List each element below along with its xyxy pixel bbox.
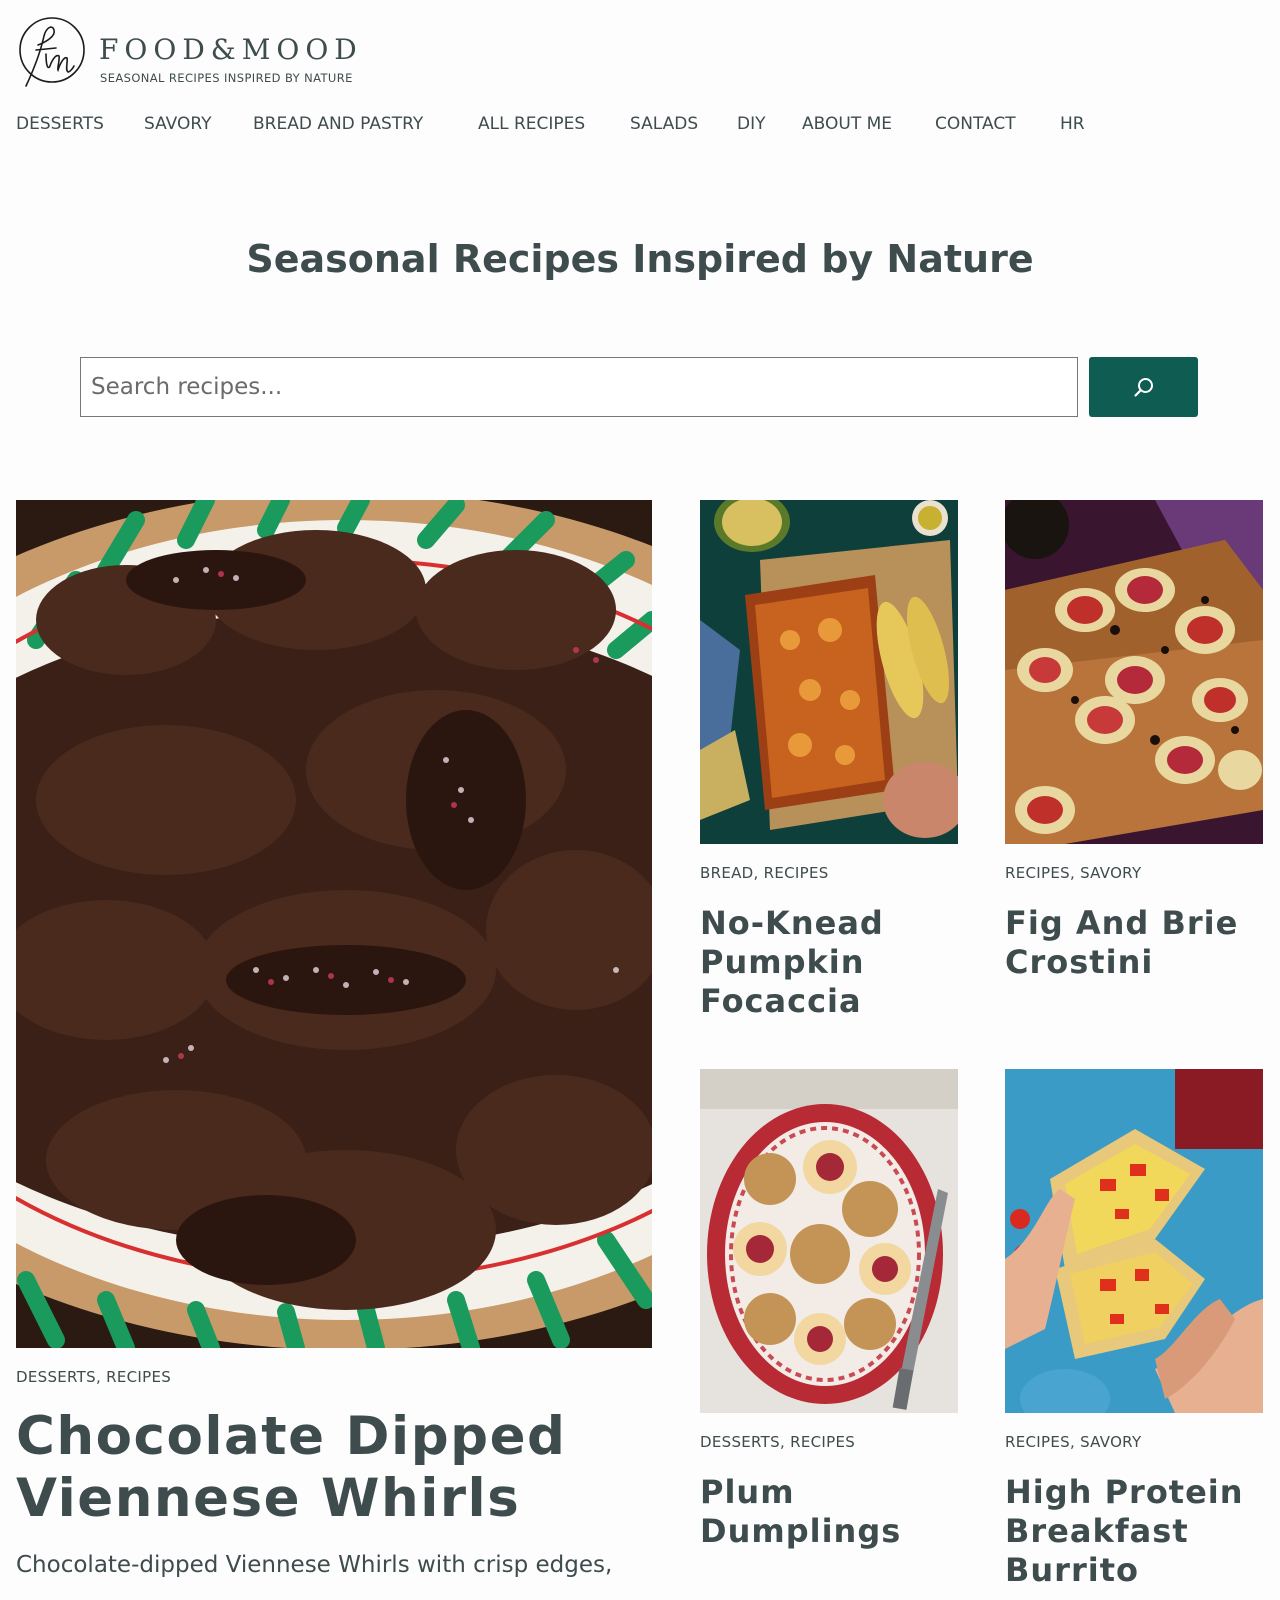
search-input[interactable] xyxy=(80,357,1078,417)
recipe-card[interactable]: RECIPES, SAVORY High Protein Breakfast B… xyxy=(1005,1069,1263,1600)
nav-item-all-recipes[interactable]: ALL RECIPES xyxy=(478,112,585,136)
nav-item-diy[interactable]: DIY xyxy=(737,112,766,136)
nav-item-contact[interactable]: CONTACT xyxy=(935,112,1016,136)
fig-brie-crostini-photo xyxy=(1005,500,1263,844)
fm-monogram-icon xyxy=(19,17,85,87)
featured-recipe-categories[interactable]: DESSERTS, RECIPES xyxy=(16,1368,171,1386)
search-button[interactable] xyxy=(1089,357,1198,417)
featured-recipe-title[interactable]: Chocolate Dipped Viennese Whirls xyxy=(16,1406,652,1530)
recipe-card-image[interactable] xyxy=(700,1069,958,1413)
recipe-card-categories[interactable]: RECIPES, SAVORY xyxy=(1005,1433,1141,1451)
recipe-card-image[interactable] xyxy=(700,500,958,844)
recipe-card-image[interactable] xyxy=(1005,500,1263,844)
recipe-card[interactable]: RECIPES, SAVORY Fig And Brie Crostini xyxy=(1005,500,1263,1020)
featured-recipe-excerpt: Chocolate-dipped Viennese Whirls with cr… xyxy=(16,1552,613,1578)
nav-item-about-me[interactable]: ABOUT ME xyxy=(802,112,892,136)
plum-dumplings-photo xyxy=(700,1069,958,1413)
recipe-card-title[interactable]: Plum Dumplings xyxy=(700,1473,958,1551)
main-nav: DESSERTS SAVORY BREAD AND PASTRY ALL REC… xyxy=(0,112,1280,136)
recipe-card-title[interactable]: Fig And Brie Crostini xyxy=(1005,904,1263,982)
nav-item-bread-and-pastry[interactable]: BREAD AND PASTRY xyxy=(253,112,423,136)
site-logo[interactable]: FOOD&MOOD SEASONAL RECIPES INSPIRED BY N… xyxy=(16,14,357,90)
recipe-card-categories[interactable]: DESSERTS, RECIPES xyxy=(700,1433,855,1451)
recipe-card-categories[interactable]: BREAD, RECIPES xyxy=(700,864,829,882)
breakfast-burrito-photo xyxy=(1005,1069,1263,1413)
nav-item-salads[interactable]: SALADS xyxy=(630,112,698,136)
pumpkin-focaccia-photo xyxy=(700,500,958,844)
logo-tagline: SEASONAL RECIPES INSPIRED BY NATURE xyxy=(100,71,353,85)
search-icon xyxy=(1134,378,1153,397)
chocolate-whirls-photo xyxy=(16,500,652,1348)
featured-recipe-card[interactable]: DESSERTS, RECIPES Chocolate Dipped Vienn… xyxy=(16,500,652,1600)
recipe-card[interactable]: BREAD, RECIPES No-Knead Pumpkin Focaccia xyxy=(700,500,958,1020)
nav-item-hr[interactable]: HR xyxy=(1060,112,1085,136)
recipe-card-categories[interactable]: RECIPES, SAVORY xyxy=(1005,864,1141,882)
nav-item-desserts[interactable]: DESSERTS xyxy=(16,112,104,136)
recipe-card-title[interactable]: No-Knead Pumpkin Focaccia xyxy=(700,904,958,1021)
logo-title: FOOD&MOOD xyxy=(99,33,363,66)
recipe-card-image[interactable] xyxy=(1005,1069,1263,1413)
nav-item-savory[interactable]: SAVORY xyxy=(144,112,211,136)
featured-recipe-image[interactable] xyxy=(16,500,652,1348)
recipe-card[interactable]: DESSERTS, RECIPES Plum Dumplings xyxy=(700,1069,958,1600)
page-title: Seasonal Recipes Inspired by Nature xyxy=(246,237,1034,281)
recipe-card-title[interactable]: High Protein Breakfast Burrito xyxy=(1005,1473,1263,1590)
